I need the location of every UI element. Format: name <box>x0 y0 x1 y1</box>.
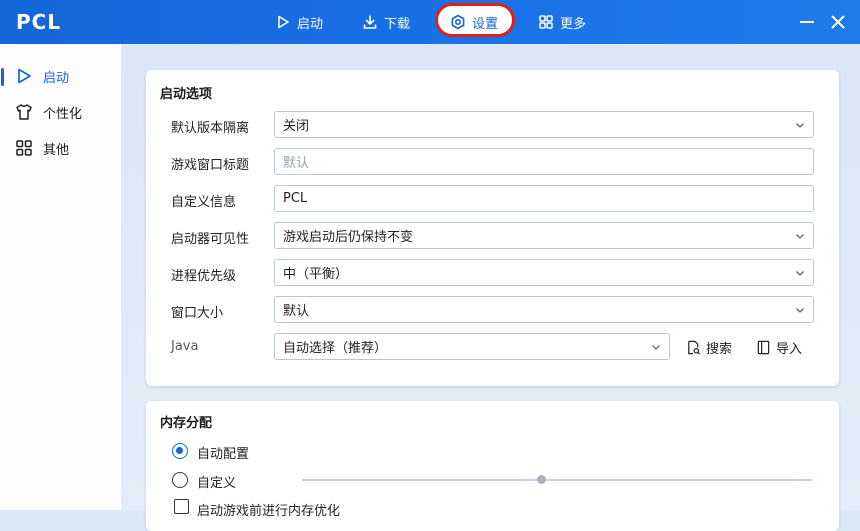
minimize-button[interactable] <box>797 12 817 32</box>
process-priority-select[interactable]: 中（平衡） <box>274 259 814 286</box>
launcher-visibility-select[interactable]: 游戏启动后仍保持不变 <box>274 222 814 249</box>
sidebar-item-label: 个性化 <box>43 106 83 122</box>
button-label: 搜索 <box>706 342 733 357</box>
radio-auto-config[interactable] <box>172 443 188 459</box>
settings-icon <box>451 14 465 30</box>
launch-options-card: 启动选项 默认版本隔离 关闭 游戏窗口标题 默认 自定义信息 PCL 启动器可见… <box>146 70 839 386</box>
button-label: 导入 <box>776 342 803 357</box>
search-file-icon <box>688 340 701 355</box>
tab-more-label: 更多 <box>560 16 587 32</box>
row-label: 进程优先级 <box>171 269 237 284</box>
card-title: 内存分配 <box>160 416 213 431</box>
java-import-button[interactable]: 导入 <box>756 338 802 357</box>
download-icon <box>363 15 377 29</box>
java-select[interactable]: 自动选择（推荐） <box>274 333 670 360</box>
chevron-down-icon <box>651 341 661 351</box>
row-label: 自定义信息 <box>171 195 237 210</box>
shirt-icon <box>16 104 32 120</box>
input-placeholder: 默认 <box>283 156 310 171</box>
sidebar-item-launch[interactable]: 启动 <box>0 60 121 92</box>
sidebar-item-label: 启动 <box>43 70 70 86</box>
memory-card: 内存分配 自动配置 自定义 启动游戏前进行内存优化 <box>146 401 839 531</box>
row-label: 窗口大小 <box>171 306 224 321</box>
select-value: 游戏启动后仍保持不变 <box>283 230 414 245</box>
window-title-input[interactable]: 默认 <box>274 148 814 175</box>
row-label: 游戏窗口标题 <box>171 158 250 173</box>
tab-settings-label: 设置 <box>472 16 499 32</box>
radio-label: 自定义 <box>197 476 237 491</box>
row-label: Java <box>171 339 199 354</box>
sidebar-item-other[interactable]: 其他 <box>0 132 121 164</box>
chevron-down-icon <box>795 304 805 314</box>
select-value: 中（平衡） <box>283 267 349 282</box>
memory-slider[interactable] <box>302 479 812 481</box>
memory-optimize-checkbox[interactable] <box>174 499 189 514</box>
sidebar-item-label: 其他 <box>43 142 70 158</box>
row-label: 启动器可见性 <box>171 232 250 247</box>
sidebar: 启动 个性化 其他 <box>0 44 121 510</box>
close-icon <box>831 15 845 29</box>
title-bar: PCL 启动 下载 设置 更多 <box>0 0 860 44</box>
custom-info-input[interactable]: PCL <box>274 185 814 212</box>
chevron-down-icon <box>795 267 805 277</box>
version-isolation-select[interactable]: 关闭 <box>274 111 814 138</box>
row-label: 默认版本隔离 <box>171 121 250 136</box>
window-size-select[interactable]: 默认 <box>274 296 814 323</box>
java-search-button[interactable]: 搜索 <box>686 338 732 357</box>
card-title: 启动选项 <box>160 87 213 102</box>
tab-download[interactable]: 下载 <box>362 10 410 34</box>
chevron-down-icon <box>795 230 805 240</box>
app-title: PCL <box>16 10 62 34</box>
select-value: 自动选择（推荐） <box>283 341 388 356</box>
tab-settings[interactable]: 设置 <box>450 10 498 34</box>
input-value: PCL <box>283 191 308 206</box>
grid-icon <box>16 140 32 156</box>
minimize-icon <box>800 21 814 23</box>
select-value: 默认 <box>283 304 310 319</box>
import-icon <box>757 340 770 355</box>
sidebar-item-personalize[interactable]: 个性化 <box>0 96 121 128</box>
active-indicator <box>1 68 4 86</box>
slider-thumb[interactable] <box>537 475 546 484</box>
tab-download-label: 下载 <box>384 16 411 32</box>
select-value: 关闭 <box>283 119 310 134</box>
tab-launch-label: 启动 <box>297 16 324 32</box>
close-button[interactable] <box>828 12 848 32</box>
play-icon <box>278 15 289 29</box>
tab-launch[interactable]: 启动 <box>275 10 323 34</box>
grid-icon <box>539 15 553 29</box>
radio-custom[interactable] <box>172 472 188 488</box>
radio-label: 自动配置 <box>197 447 250 462</box>
play-icon <box>18 68 31 84</box>
main-content: 启动选项 默认版本隔离 关闭 游戏窗口标题 默认 自定义信息 PCL 启动器可见… <box>121 44 860 531</box>
chevron-down-icon <box>795 119 805 129</box>
tab-more[interactable]: 更多 <box>538 10 586 34</box>
